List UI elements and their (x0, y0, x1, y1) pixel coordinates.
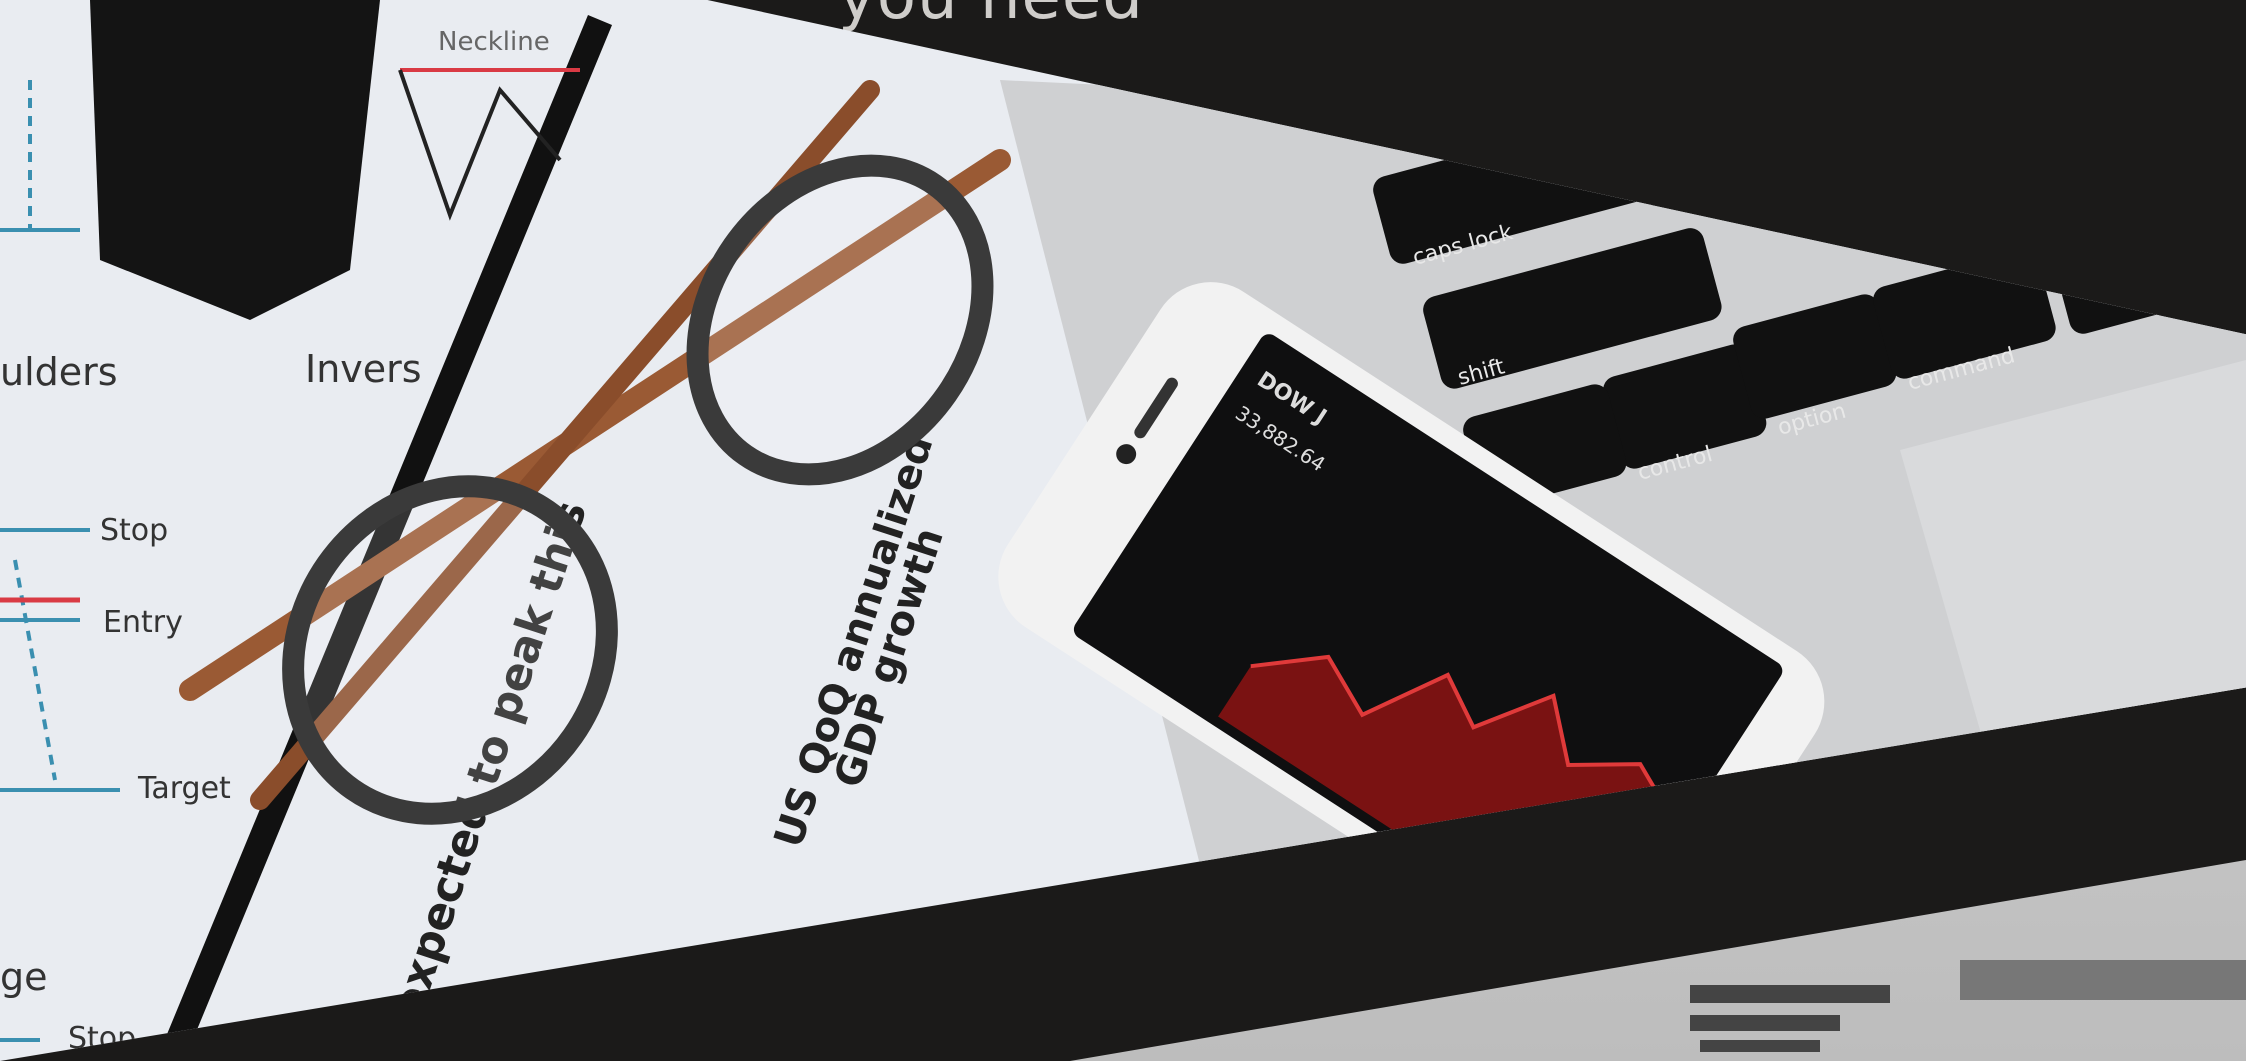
label-neckline: Neckline (438, 27, 550, 57)
section-heading: you need (838, 0, 1144, 34)
label-shoulders: ulders (0, 350, 118, 394)
label-target: Target (137, 771, 231, 806)
dark-object (90, 0, 380, 320)
finance-hero-photo: caps lock shift control option command N… (0, 0, 2246, 1061)
label-stop-bottom: Stop (68, 1021, 136, 1056)
label-inverse: Invers (305, 347, 422, 391)
blurred-document-bars (1690, 960, 2246, 1052)
label-entry: Entry (103, 605, 183, 640)
label-stop: Stop (100, 513, 168, 548)
label-range: ge (0, 955, 48, 999)
